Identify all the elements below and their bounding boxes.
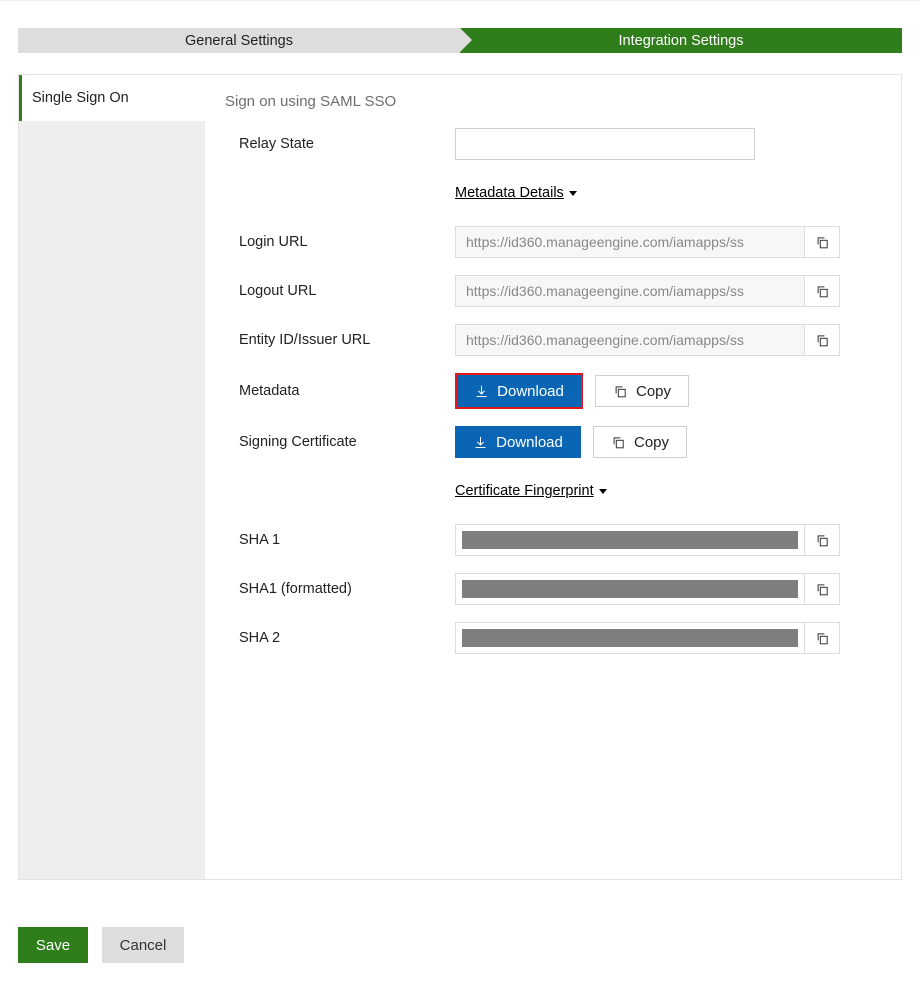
metadata-details-toggle[interactable]: Metadata Details xyxy=(455,185,577,201)
copy-icon xyxy=(815,533,830,548)
copy-label: Copy xyxy=(634,434,669,451)
highlighted-download-button: Download xyxy=(455,373,583,409)
settings-panel: Single Sign On Sign on using SAML SSO Re… xyxy=(18,74,902,880)
relay-state-input[interactable] xyxy=(455,128,755,160)
content-area: Sign on using SAML SSO Relay State Metad… xyxy=(205,75,901,879)
copy-icon xyxy=(815,284,830,299)
copy-sha1-button[interactable] xyxy=(805,524,840,556)
copy-logout-url-button[interactable] xyxy=(805,275,840,307)
login-url-field[interactable] xyxy=(455,226,805,258)
footer-actions: Save Cancel xyxy=(0,880,920,987)
certificate-fingerprint-label: Certificate Fingerprint xyxy=(455,483,594,499)
copy-icon xyxy=(815,235,830,250)
redacted-value xyxy=(462,531,798,549)
download-certificate-button[interactable]: Download xyxy=(455,426,581,458)
sidebar-item-single-sign-on[interactable]: Single Sign On xyxy=(19,75,205,121)
copy-icon xyxy=(815,582,830,597)
download-label: Download xyxy=(496,434,563,451)
copy-icon xyxy=(613,384,628,399)
copy-label: Copy xyxy=(636,383,671,400)
copy-login-url-button[interactable] xyxy=(805,226,840,258)
sidebar: Single Sign On xyxy=(19,75,205,879)
label-metadata: Metadata xyxy=(225,383,455,399)
section-title: Sign on using SAML SSO xyxy=(225,93,879,110)
sha1-formatted-field[interactable] xyxy=(455,573,805,605)
copy-icon xyxy=(815,631,830,646)
download-label: Download xyxy=(497,383,564,400)
tab-integration-settings[interactable]: Integration Settings xyxy=(460,28,902,53)
copy-sha2-button[interactable] xyxy=(805,622,840,654)
cancel-button[interactable]: Cancel xyxy=(102,927,184,963)
label-logout-url: Logout URL xyxy=(225,283,455,299)
logout-url-field[interactable] xyxy=(455,275,805,307)
label-signing-certificate: Signing Certificate xyxy=(225,434,455,450)
tab-bar: General Settings Integration Settings xyxy=(18,28,902,53)
metadata-details-label: Metadata Details xyxy=(455,185,564,201)
tab-general-settings[interactable]: General Settings xyxy=(18,28,460,53)
redacted-value xyxy=(462,580,798,598)
sha2-field[interactable] xyxy=(455,622,805,654)
copy-entity-id-button[interactable] xyxy=(805,324,840,356)
download-icon xyxy=(474,384,489,399)
caret-down-icon xyxy=(569,191,577,196)
save-button[interactable]: Save xyxy=(18,927,88,963)
certificate-fingerprint-toggle[interactable]: Certificate Fingerprint xyxy=(455,483,607,499)
sha1-field[interactable] xyxy=(455,524,805,556)
label-relay-state: Relay State xyxy=(225,136,455,152)
label-entity-id: Entity ID/Issuer URL xyxy=(225,332,455,348)
copy-metadata-button[interactable]: Copy xyxy=(595,375,689,407)
label-sha1-formatted: SHA1 (formatted) xyxy=(225,581,455,597)
copy-sha1-formatted-button[interactable] xyxy=(805,573,840,605)
download-icon xyxy=(473,435,488,450)
label-login-url: Login URL xyxy=(225,234,455,250)
label-sha1: SHA 1 xyxy=(225,532,455,548)
label-sha2: SHA 2 xyxy=(225,630,455,646)
copy-icon xyxy=(611,435,626,450)
redacted-value xyxy=(462,629,798,647)
caret-down-icon xyxy=(599,489,607,494)
copy-certificate-button[interactable]: Copy xyxy=(593,426,687,458)
copy-icon xyxy=(815,333,830,348)
download-metadata-button[interactable]: Download xyxy=(457,375,581,407)
entity-id-field[interactable] xyxy=(455,324,805,356)
